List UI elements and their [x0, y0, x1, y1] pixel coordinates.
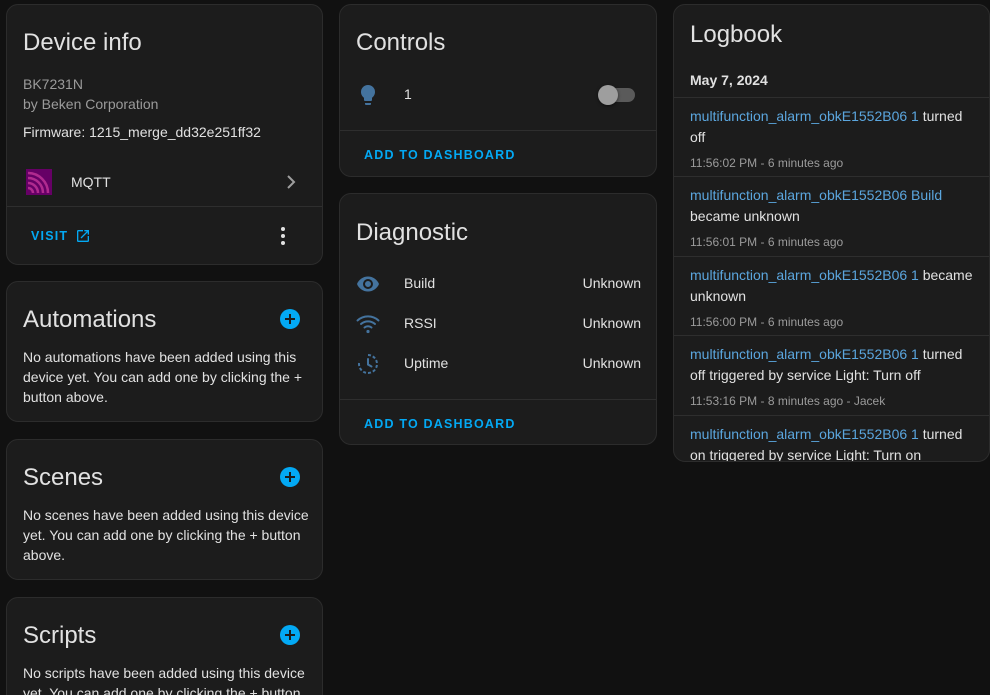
add-scene-button[interactable]	[280, 467, 300, 487]
log-entity-link[interactable]: multifunction_alarm_obkE1552B06 1	[690, 267, 919, 283]
automations-card: Automations No automations have been add…	[6, 281, 323, 422]
controls-title: Controls	[356, 29, 446, 56]
light-entity-name: 1	[404, 86, 412, 102]
light-toggle[interactable]	[598, 83, 638, 107]
diagnostic-title: Diagnostic	[356, 219, 469, 246]
controls-card: Controls 1 ADD TO DASHBOARD	[339, 4, 657, 177]
light-entity-row[interactable]: 1	[340, 77, 656, 113]
log-time: 11:56:01 PM - 6 minutes ago	[690, 235, 844, 249]
log-time: 11:56:00 PM - 6 minutes ago	[690, 315, 844, 329]
log-action: became unknown	[690, 208, 800, 224]
diagnostic-name-build: Build	[404, 275, 436, 291]
add-script-button[interactable]	[280, 625, 300, 645]
log-entry: multifunction_alarm_obkE1552B06 1 became…	[674, 257, 989, 336]
log-entity-link[interactable]: multifunction_alarm_obkE1552B06 1	[690, 108, 919, 124]
device-model: BK7231N	[23, 76, 83, 92]
diagnostic-row-uptime[interactable]: Uptime Unknown	[340, 346, 656, 382]
log-entry: multifunction_alarm_obkE1552B06 1 turned…	[674, 98, 989, 177]
scripts-empty-text: No scripts have been added using this de…	[23, 665, 305, 695]
scenes-card: Scenes No scenes have been added using t…	[6, 439, 323, 580]
diagnostic-add-to-dashboard-button[interactable]: ADD TO DASHBOARD	[364, 417, 516, 431]
diagnostic-divider	[340, 399, 656, 400]
diagnostic-name-rssi: RSSI	[404, 315, 437, 331]
controls-divider	[340, 130, 656, 131]
chevron-right-icon	[287, 175, 296, 189]
diagnostic-state-rssi: Unknown	[582, 315, 641, 331]
add-automation-button[interactable]	[280, 309, 300, 329]
device-info-title: Device info	[23, 29, 142, 56]
log-entry: multifunction_alarm_obkE1552B06 1 turned…	[674, 336, 989, 416]
log-entity-link[interactable]: multifunction_alarm_obkE1552B06 Build	[690, 187, 942, 203]
device-manufacturer: by Beken Corporation	[23, 96, 159, 112]
log-entry: multifunction_alarm_obkE1552B06 1 turned…	[674, 416, 989, 461]
logbook-card: Logbook May 7, 2024 multifunction_alarm_…	[673, 4, 990, 462]
history-clock-icon	[358, 354, 378, 374]
log-time: 11:56:02 PM - 6 minutes ago	[690, 156, 844, 170]
diagnostic-row-rssi[interactable]: RSSI Unknown	[340, 306, 656, 342]
diagnostic-card: Diagnostic Build Unknown RSSI Unknown Up…	[339, 193, 657, 445]
more-vert-icon[interactable]	[271, 224, 295, 248]
diagnostic-name-uptime: Uptime	[404, 355, 449, 371]
scripts-card: Scripts No scripts have been added using…	[6, 597, 323, 695]
controls-add-to-dashboard-button[interactable]: ADD TO DASHBOARD	[364, 148, 516, 162]
mqtt-logo-icon	[26, 169, 52, 195]
automations-title: Automations	[23, 306, 157, 333]
device-firmware: Firmware: 1215_merge_dd32e251ff32	[23, 124, 261, 140]
integration-row-mqtt[interactable]: MQTT	[7, 158, 322, 206]
scenes-title: Scenes	[23, 464, 104, 491]
eye-icon	[357, 276, 379, 292]
wifi-icon	[356, 315, 380, 334]
scenes-empty-text: No scenes have been added using this dev…	[23, 507, 309, 563]
diagnostic-row-build[interactable]: Build Unknown	[340, 266, 656, 302]
device-info-divider	[7, 206, 322, 207]
automations-empty-text: No automations have been added using thi…	[23, 349, 303, 405]
log-entity-link[interactable]: multifunction_alarm_obkE1552B06 1	[690, 426, 919, 442]
diagnostic-state-uptime: Unknown	[582, 355, 641, 371]
lightbulb-icon	[361, 85, 375, 105]
log-time: 11:53:16 PM - 8 minutes ago - Jacek	[690, 394, 886, 408]
scripts-title: Scripts	[23, 622, 97, 649]
log-entry: multifunction_alarm_obkE1552B06 Build be…	[674, 177, 989, 257]
logbook-title: Logbook	[690, 21, 783, 48]
toggle-knob	[598, 85, 618, 105]
integration-label: MQTT	[71, 174, 111, 190]
logbook-date: May 7, 2024	[690, 72, 768, 88]
visit-label: VISIT	[31, 229, 69, 243]
device-info-card: Device info BK7231N by Beken Corporation…	[6, 4, 323, 265]
diagnostic-state-build: Unknown	[582, 275, 641, 291]
open-in-new-icon	[77, 230, 89, 242]
log-entity-link[interactable]: multifunction_alarm_obkE1552B06 1	[690, 346, 919, 362]
